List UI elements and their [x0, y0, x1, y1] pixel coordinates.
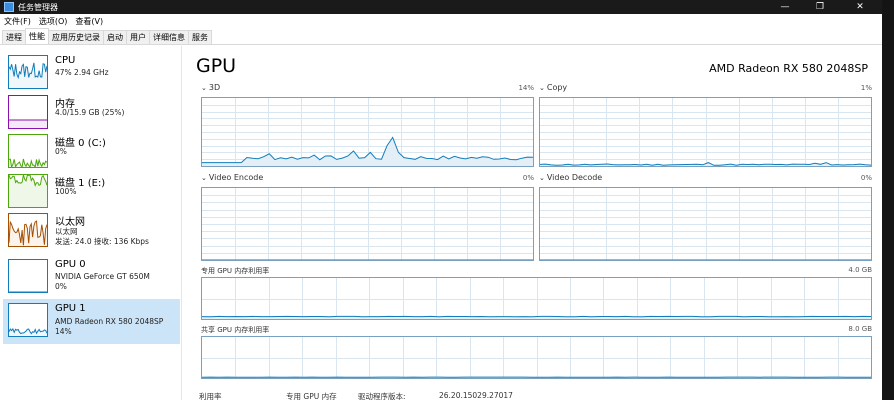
sidebar-item-detail: 100% [55, 187, 77, 196]
engine-3d-graph [201, 97, 534, 167]
sidebar-item-usage: 0% [55, 282, 67, 291]
thumbnail-canvas [9, 291, 47, 292]
sidebar-item-label: GPU 0 [55, 259, 86, 270]
gpu-detail-panel: GPU AMD Radeon RX 580 2048SP ⌄ 3D 14% ⌄ Co… [184, 46, 882, 400]
sidebar-item-usage: 14% [55, 327, 72, 336]
thumbnail-canvas [9, 62, 47, 88]
gpu0-thumbnail-graph [8, 259, 48, 293]
sidebar-item-detail: 47% 2.94 GHz [55, 68, 109, 77]
engine-3d-percent: 14% [518, 84, 534, 92]
sidebar-item-throughput: 发送: 24.0 接收: 136 Kbps [55, 237, 149, 246]
shared-memory-max: 8.0 GB [848, 325, 872, 333]
thumbnail-series-line [9, 62, 47, 80]
graph-canvas [540, 188, 871, 260]
graph-canvas [202, 188, 533, 260]
dedicated-memory-stat-label: 专用 GPU 内存 [286, 392, 337, 400]
graph-canvas [202, 278, 871, 319]
minimize-button[interactable]: — [770, 0, 800, 14]
engine-video-encode-percent: 0% [522, 174, 534, 182]
performance-sidebar: CPU 47% 2.94 GHz 内存 4.0/15.9 GB (25%) 磁盘… [0, 46, 182, 400]
sidebar-item-detail: NVIDIA GeForce GT 650M [55, 272, 150, 281]
engine-video-decode-selector[interactable]: ⌄ Video Decode [539, 173, 602, 182]
window-title: 任务管理器 [18, 2, 58, 12]
chevron-down-icon: ⌄ [201, 174, 207, 182]
tab-performance[interactable]: 性能 [25, 28, 49, 44]
engine-label: Video Decode [546, 173, 603, 182]
engine-copy-selector[interactable]: ⌄ Copy [539, 83, 567, 92]
menu-view[interactable]: 查看(V) [71, 16, 107, 27]
sidebar-item-label: GPU 1 [55, 303, 86, 314]
engine-video-decode-graph [539, 187, 872, 261]
tab-services[interactable]: 服务 [188, 30, 212, 44]
sidebar-item-detail: 4.0/15.9 GB (25%) [55, 108, 125, 117]
thumbnail-canvas [9, 158, 47, 167]
shared-memory-label: 共享 GPU 内存利用率 [201, 326, 270, 334]
gpu1-thumbnail-graph [8, 303, 48, 337]
dedicated-memory-graph [201, 277, 872, 320]
gpu-model-name: AMD Radeon RX 580 2048SP [709, 62, 868, 75]
sidebar-item-gpu1[interactable]: GPU 1 AMD Radeon RX 580 2048SP 14% [3, 299, 180, 344]
driver-version-label: 驱动程序版本: [358, 392, 406, 400]
sidebar-item-label: CPU [55, 55, 76, 66]
graph-canvas [540, 98, 871, 166]
engine-label: 3D [208, 83, 221, 92]
disk0-thumbnail-graph [8, 134, 48, 168]
tab-startup[interactable]: 启动 [103, 30, 127, 44]
tab-app-history[interactable]: 应用历史记录 [48, 30, 104, 44]
menu-bar: 文件(F) 选项(O) 查看(V) [0, 14, 882, 29]
thumbnail-canvas [9, 220, 47, 246]
utilization-label: 利用率 [199, 392, 222, 400]
title-bar: 任务管理器 — ❐ ✕ [0, 0, 882, 14]
engine-video-decode-percent: 0% [860, 174, 872, 182]
disk1-thumbnail-graph [8, 174, 48, 208]
background-window-edge [882, 0, 894, 400]
tab-processes[interactable]: 进程 [2, 30, 26, 44]
chevron-down-icon: ⌄ [539, 84, 545, 92]
chevron-down-icon: ⌄ [201, 84, 207, 92]
thumbnail-canvas [9, 327, 47, 336]
dedicated-memory-max: 4.0 GB [848, 266, 872, 274]
sidebar-item-detail: AMD Radeon RX 580 2048SP [55, 317, 164, 326]
driver-version-value: 26.20.15029.27017 [439, 391, 513, 400]
tab-details[interactable]: 详细信息 [149, 30, 189, 44]
graph-canvas [202, 98, 533, 166]
thumbnail-canvas [9, 175, 47, 207]
page-title: GPU [196, 55, 237, 77]
graph-canvas [202, 337, 871, 378]
dedicated-memory-label: 专用 GPU 内存利用率 [201, 267, 270, 275]
engine-label: Video Encode [208, 173, 264, 182]
engine-copy-percent: 1% [860, 84, 872, 92]
task-manager-icon [4, 2, 14, 12]
memory-thumbnail-graph [8, 95, 48, 129]
tab-strip: 进程 性能 应用历史记录 启动 用户 详细信息 服务 [0, 28, 882, 45]
sidebar-item-detail: 0% [55, 147, 67, 156]
chevron-down-icon: ⌄ [539, 174, 545, 182]
engine-video-encode-graph [201, 187, 534, 261]
engine-3d-selector[interactable]: ⌄ 3D [201, 83, 220, 92]
sidebar-item-ethernet[interactable]: 以太网 以太网 发送: 24.0 接收: 136 Kbps [3, 211, 180, 251]
tab-users[interactable]: 用户 [126, 30, 150, 44]
sidebar-item-disk1[interactable]: 磁盘 1 (E:) 100% [3, 172, 180, 212]
engine-label: Copy [546, 83, 568, 92]
sidebar-item-cpu[interactable]: CPU 47% 2.94 GHz [3, 53, 180, 93]
sidebar-item-gpu0[interactable]: GPU 0 NVIDIA GeForce GT 650M 0% [3, 257, 180, 297]
menu-file[interactable]: 文件(F) [0, 16, 35, 27]
close-button[interactable]: ✕ [845, 0, 875, 14]
shared-memory-graph [201, 336, 872, 379]
sidebar-item-disk0[interactable]: 磁盘 0 (C:) 0% [3, 132, 180, 172]
ethernet-thumbnail-graph [8, 213, 48, 247]
maximize-button[interactable]: ❐ [805, 0, 835, 14]
sidebar-item-memory[interactable]: 内存 4.0/15.9 GB (25%) [3, 93, 180, 133]
engine-video-encode-selector[interactable]: ⌄ Video Encode [201, 173, 263, 182]
cpu-thumbnail-graph [8, 55, 48, 89]
thumbnail-canvas [9, 119, 47, 128]
menu-options[interactable]: 选项(O) [35, 16, 72, 27]
engine-copy-graph [539, 97, 872, 167]
